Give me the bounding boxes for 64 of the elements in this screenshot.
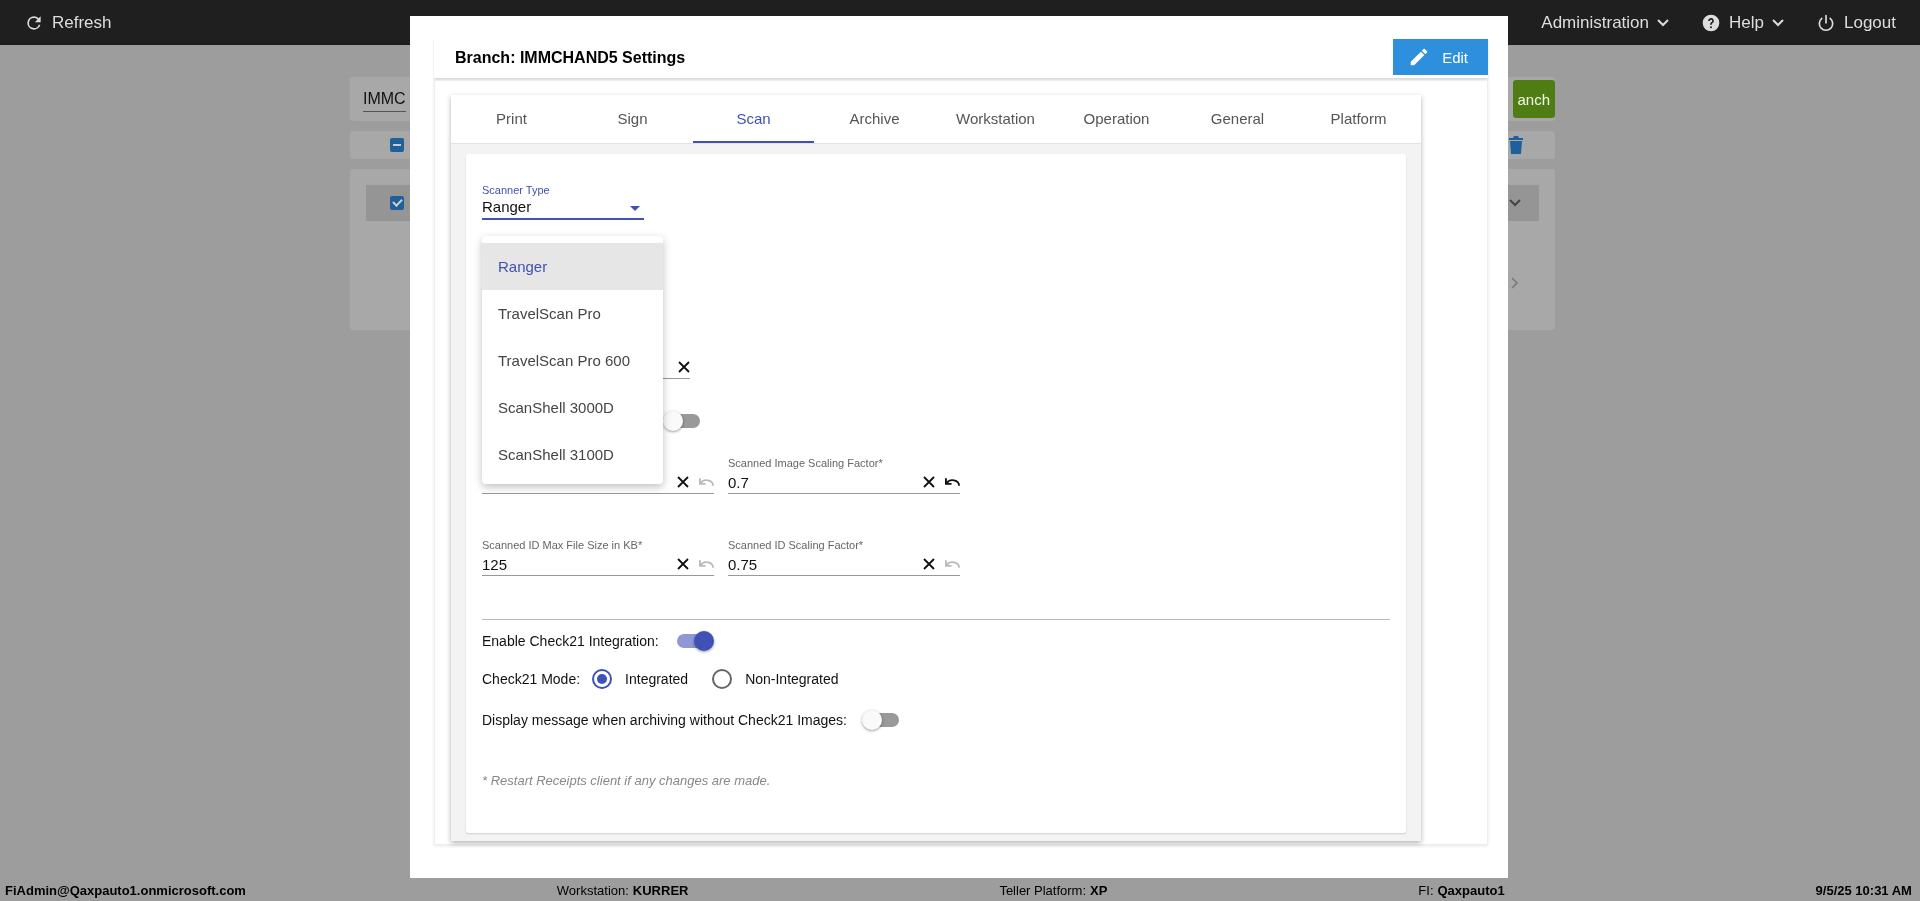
field-label: Scanner Type — [482, 184, 551, 198]
refresh-button[interactable]: Refresh — [24, 12, 112, 33]
search-field[interactable]: IMMC — [363, 86, 406, 112]
tab[interactable]: Operation — [1056, 95, 1177, 143]
clear-icon[interactable] — [677, 558, 689, 570]
field-label: Scanned ID Max File Size in KB* — [482, 539, 644, 553]
field-value[interactable]: 0.7 — [728, 473, 749, 491]
clear-icon[interactable] — [923, 558, 935, 570]
toggle-switch[interactable] — [864, 713, 899, 727]
caret-icon — [1657, 18, 1670, 27]
status-label: Workstation: — [556, 882, 629, 898]
status-value: KURRER — [632, 882, 689, 898]
trash-icon[interactable] — [1509, 136, 1523, 154]
field-label: Scanned Image Scaling Factor* — [728, 457, 884, 471]
menu-item[interactable]: TravelScan Pro — [482, 290, 663, 337]
tab[interactable]: Print — [451, 95, 572, 143]
field-value[interactable]: 0.75 — [728, 555, 758, 573]
power-icon — [1816, 12, 1836, 33]
menu-button[interactable]: Administration — [1541, 12, 1670, 33]
toggle-switch[interactable] — [676, 634, 711, 648]
help-icon — [1701, 12, 1722, 33]
date-time: 9/5/25 10:31 AM — [1815, 882, 1912, 898]
tab[interactable]: Platform — [1298, 95, 1419, 143]
dropdown-arrow-icon — [630, 206, 640, 211]
restart-note: * Restart Receipts client if any changes are made. — [482, 773, 772, 788]
tab[interactable]: General — [1177, 95, 1298, 143]
field-label: Scanned ID Scaling Factor* — [728, 539, 865, 553]
setting-label: Display message when archiving without Check21 Images: — [482, 712, 847, 728]
setting-label: Enable Check21 Integration: — [482, 633, 659, 649]
status-value: Qaxpauto1 — [1437, 882, 1505, 898]
field-value[interactable]: 125 — [482, 555, 508, 573]
clear-icon[interactable] — [923, 476, 935, 488]
menu-label: Administration — [1541, 12, 1650, 33]
undo-icon[interactable] — [945, 477, 960, 487]
checkbox[interactable] — [390, 138, 404, 152]
search-button[interactable]: anch — [1513, 80, 1555, 118]
chevron-down-icon[interactable] — [1509, 199, 1521, 207]
menu-button[interactable]: Help — [1701, 12, 1784, 33]
scanner-type-select[interactable]: Scanner Type Ranger — [482, 184, 644, 220]
tab[interactable]: Archive — [814, 95, 935, 143]
menu-item[interactable]: ScanShell 3000D — [482, 384, 663, 431]
dialog-title: Branch: IMMCHAND5 Settings — [455, 49, 686, 67]
radio-label: Non-Integrated — [745, 671, 839, 687]
radio-label: Integrated — [625, 671, 689, 687]
menu-item[interactable]: ScanShell 3100D — [482, 431, 663, 478]
tab[interactable]: Sign — [572, 95, 693, 143]
status-label: FI: — [1418, 882, 1434, 898]
menu-item[interactable]: TravelScan Pro 600 — [482, 337, 663, 384]
radio-button[interactable] — [712, 669, 733, 689]
menu-item[interactable]: Ranger — [482, 243, 663, 290]
radio-button[interactable] — [592, 669, 613, 689]
clear-icon[interactable] — [677, 476, 689, 488]
logout-button[interactable]: Logout — [1816, 12, 1896, 33]
setting-label: Check21 Mode: — [482, 671, 581, 687]
field-value: Ranger — [482, 198, 532, 215]
caret-icon — [1772, 18, 1784, 27]
clear-icon[interactable] — [678, 361, 690, 373]
status-label: Teller Platform: — [999, 882, 1087, 898]
menu-label: Help — [1729, 12, 1764, 33]
toggle-switch[interactable] — [666, 414, 700, 428]
status-value: XP — [1090, 882, 1108, 898]
checkbox[interactable] — [390, 196, 404, 210]
user-email: FiAdmin@Qaxpauto1.onmicrosoft.com — [5, 882, 246, 898]
tab[interactable]: Workstation — [935, 95, 1056, 143]
